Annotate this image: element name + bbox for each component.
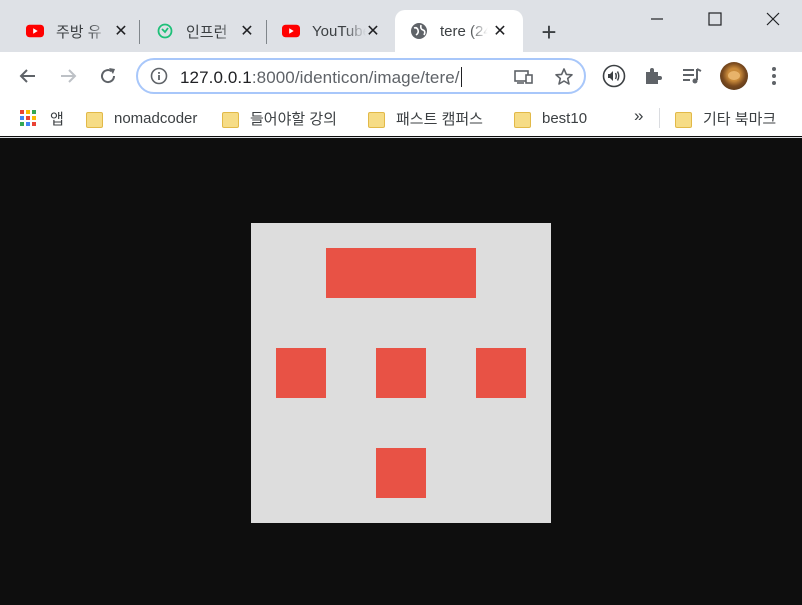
tab-title: 인프런 <box>186 23 228 41</box>
youtube-icon <box>26 22 44 40</box>
folder-icon <box>86 110 103 128</box>
tab-1[interactable]: 주방 유 ✕ <box>26 10 130 52</box>
browser-toolbar: 127.0.0.1:8000/identicon/image/tere/ <box>0 52 802 100</box>
identicon-cell <box>376 448 426 498</box>
tab-title: YouTube <box>312 22 366 40</box>
bookmark-folder-4[interactable]: best10 <box>514 105 587 131</box>
tab-title: tere (24 <box>440 22 488 40</box>
tab-3[interactable]: YouTube ✕ <box>282 10 382 52</box>
identicon-cell <box>326 248 376 298</box>
forward-button[interactable] <box>54 62 82 90</box>
folder-icon <box>675 110 692 128</box>
bookmark-label: 앱 <box>50 110 64 128</box>
close-tab-icon[interactable]: ✕ <box>364 22 382 40</box>
tab-separator <box>139 20 140 44</box>
bookmark-label: 패스트 캠퍼스 <box>396 110 483 128</box>
url-path: :8000/identicon/image/tere/ <box>251 68 460 87</box>
media-queue-icon[interactable] <box>680 64 704 88</box>
close-tab-icon[interactable]: ✕ <box>112 22 130 40</box>
tab-separator <box>266 20 267 44</box>
bookmarks-bar: 앱 nomadcoder 들어야할 강의 패스트 캠퍼스 best10 » 기타… <box>0 100 802 136</box>
identicon-cell <box>376 348 426 398</box>
bookmark-apps[interactable]: 앱 <box>20 105 64 131</box>
cast-device-icon[interactable] <box>514 67 534 87</box>
tab-strip: 주방 유 ✕ 인프런 ✕ YouTube ✕ tere (24 ✕ + <box>0 0 802 52</box>
url-host: 127.0.0.1 <box>180 68 252 87</box>
text-caret <box>460 67 462 87</box>
url-text[interactable]: 127.0.0.1:8000/identicon/image/tere/ <box>180 67 462 88</box>
reload-button[interactable] <box>94 62 122 90</box>
close-icon <box>766 12 780 26</box>
extensions-puzzle-icon[interactable] <box>641 64 665 88</box>
folder-icon <box>368 110 385 128</box>
audio-extension-icon[interactable] <box>602 64 626 88</box>
maximize-icon <box>708 12 722 26</box>
identicon-cell <box>376 248 426 298</box>
bookmark-label: 들어야할 강의 <box>250 110 337 128</box>
reload-icon <box>101 68 116 84</box>
bookmark-folder-2[interactable]: 들어야할 강의 <box>222 105 337 131</box>
page-content <box>0 138 802 605</box>
forward-arrow-icon <box>61 69 77 83</box>
folder-icon <box>514 110 531 128</box>
youtube-icon <box>282 22 300 40</box>
folder-icon <box>222 110 239 128</box>
minimize-button[interactable] <box>628 0 686 38</box>
tab-title: 주방 유 <box>56 23 102 41</box>
bookmarks-separator <box>659 108 660 128</box>
bookmark-other[interactable]: 기타 북마크 <box>675 105 776 131</box>
tab-4-active[interactable]: tere (24 ✕ <box>395 10 523 52</box>
tab-2[interactable]: 인프런 ✕ <box>156 10 256 52</box>
minimize-icon <box>651 18 663 20</box>
close-tab-icon[interactable]: ✕ <box>238 22 256 40</box>
bookmark-folder-3[interactable]: 패스트 캠퍼스 <box>368 105 483 131</box>
close-tab-icon[interactable]: ✕ <box>491 22 509 40</box>
bookmark-label: best10 <box>542 109 588 127</box>
bookmark-label: nomadcoder <box>114 109 198 127</box>
identicon-cell <box>276 348 326 398</box>
bookmark-star-icon[interactable] <box>554 67 574 87</box>
profile-avatar[interactable] <box>720 62 748 90</box>
more-menu-icon[interactable] <box>762 64 786 88</box>
bookmarks-overflow-button[interactable]: » <box>634 106 643 126</box>
inflearn-icon <box>156 22 174 40</box>
back-arrow-icon <box>19 69 35 83</box>
bookmark-label: 기타 북마크 <box>703 110 777 128</box>
site-info-icon[interactable] <box>150 67 168 85</box>
identicon-cell <box>426 248 476 298</box>
new-tab-button[interactable]: + <box>536 19 562 46</box>
maximize-button[interactable] <box>686 0 744 38</box>
back-button[interactable] <box>14 62 42 90</box>
close-window-button[interactable] <box>744 0 802 38</box>
address-bar[interactable]: 127.0.0.1:8000/identicon/image/tere/ <box>136 58 586 94</box>
globe-icon <box>410 22 428 40</box>
bookmark-folder-1[interactable]: nomadcoder <box>86 105 197 131</box>
identicon-svg <box>251 223 551 523</box>
apps-grid-icon <box>20 110 36 126</box>
identicon-image <box>251 223 551 523</box>
identicon-cell <box>476 348 526 398</box>
